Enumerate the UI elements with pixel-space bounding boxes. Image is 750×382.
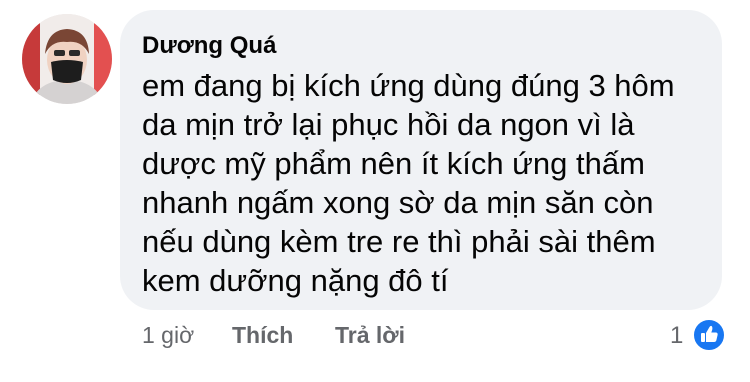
comment-line: da mịn trở lại phục hồi da ngon vì là	[142, 107, 635, 142]
comment-line: em đang bị kích ứng dùng đúng 3 hôm	[142, 68, 675, 103]
comment-bubble: Dương Quá em đang bị kích ứng dùng đúng …	[120, 10, 722, 310]
comment-author[interactable]: Dương Quá	[142, 32, 276, 60]
reply-button[interactable]: Trả lời	[335, 322, 405, 349]
like-button[interactable]: Thích	[232, 322, 293, 349]
like-icon	[692, 318, 726, 352]
comment-text: em đang bị kích ứng dùng đúng 3 hôm da m…	[142, 66, 675, 300]
comment-line: nếu dùng kèm tre re thì phải sài thêm	[142, 224, 656, 259]
avatar[interactable]	[22, 14, 112, 104]
comment-timestamp[interactable]: 1 giờ	[142, 322, 194, 349]
comment-line: kem dưỡng nặng đô tí	[142, 263, 449, 298]
comment-line: nhanh ngấm xong sờ da mịn săn còn	[142, 185, 654, 220]
comment-line: dược mỹ phẩm nên ít kích ứng thấm	[142, 146, 645, 181]
reaction-count: 1	[670, 322, 684, 349]
avatar-photo	[22, 14, 112, 104]
